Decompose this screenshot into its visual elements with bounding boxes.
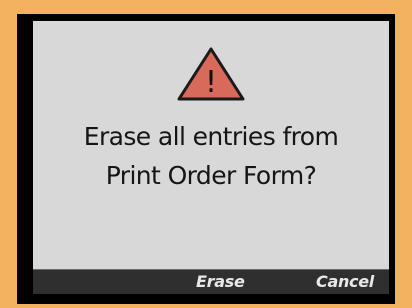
- dialog-message: Erase all entries from Print Order Form?: [33, 117, 389, 195]
- warning-exclamation-glyph: !: [205, 65, 217, 100]
- cancel-button[interactable]: Cancel: [316, 270, 374, 294]
- message-line-2: Print Order Form?: [105, 161, 317, 190]
- erase-button[interactable]: Erase: [196, 270, 245, 294]
- warning-icon: !: [177, 47, 245, 101]
- bottom-menu-bar: Erase Cancel: [33, 269, 389, 294]
- message-line-1: Erase all entries from: [83, 122, 339, 151]
- camera-lcd-frame: ! Erase all entries from Print Order For…: [0, 0, 412, 308]
